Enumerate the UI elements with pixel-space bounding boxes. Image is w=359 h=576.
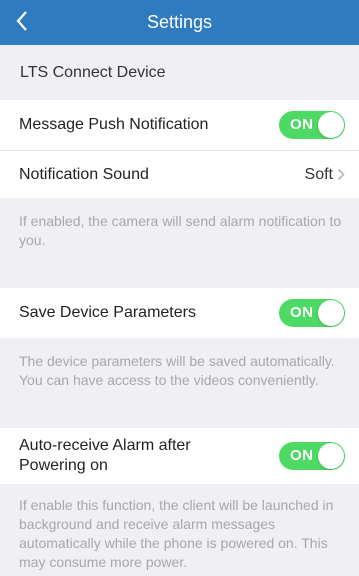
auto-receive-label: Auto-receive Alarm after Powering on <box>19 437 191 474</box>
notification-sound-row[interactable]: Notification Sound Soft <box>0 151 359 198</box>
save-params-label: Save Device Parameters <box>19 304 196 321</box>
toggle-knob <box>318 443 344 469</box>
device-section-header: LTS Connect Device <box>0 45 359 100</box>
chevron-right-icon <box>337 168 345 181</box>
notification-sound-value: Soft <box>304 165 333 183</box>
toggle-knob <box>318 112 344 138</box>
message-push-description: If enabled, the camera will send alarm n… <box>0 198 359 288</box>
save-params-description: The device parameters will be saved auto… <box>0 338 359 428</box>
save-params-row: Save Device Parameters ON <box>0 288 359 338</box>
toggle-knob <box>318 300 344 326</box>
toggle-state-label: ON <box>290 447 314 464</box>
auto-receive-row: Auto-receive Alarm after Powering on ON <box>0 428 359 484</box>
toggle-state-label: ON <box>290 116 314 133</box>
auto-receive-description: If enable this function, the client will… <box>0 484 359 576</box>
chevron-left-icon <box>16 11 27 31</box>
notification-sound-label: Notification Sound <box>19 165 149 183</box>
toggle-state-label: ON <box>290 304 314 321</box>
back-button[interactable] <box>10 9 34 33</box>
title-bar: Settings <box>0 0 359 45</box>
notification-sound-value-wrap[interactable]: Soft <box>305 166 345 184</box>
page-title: Settings <box>146 12 213 32</box>
message-push-label: Message Push Notification <box>19 116 209 133</box>
message-push-toggle[interactable]: ON <box>279 111 345 139</box>
auto-receive-toggle[interactable]: ON <box>279 442 345 470</box>
save-params-toggle[interactable]: ON <box>279 299 345 327</box>
message-push-row: Message Push Notification ON <box>0 100 359 150</box>
